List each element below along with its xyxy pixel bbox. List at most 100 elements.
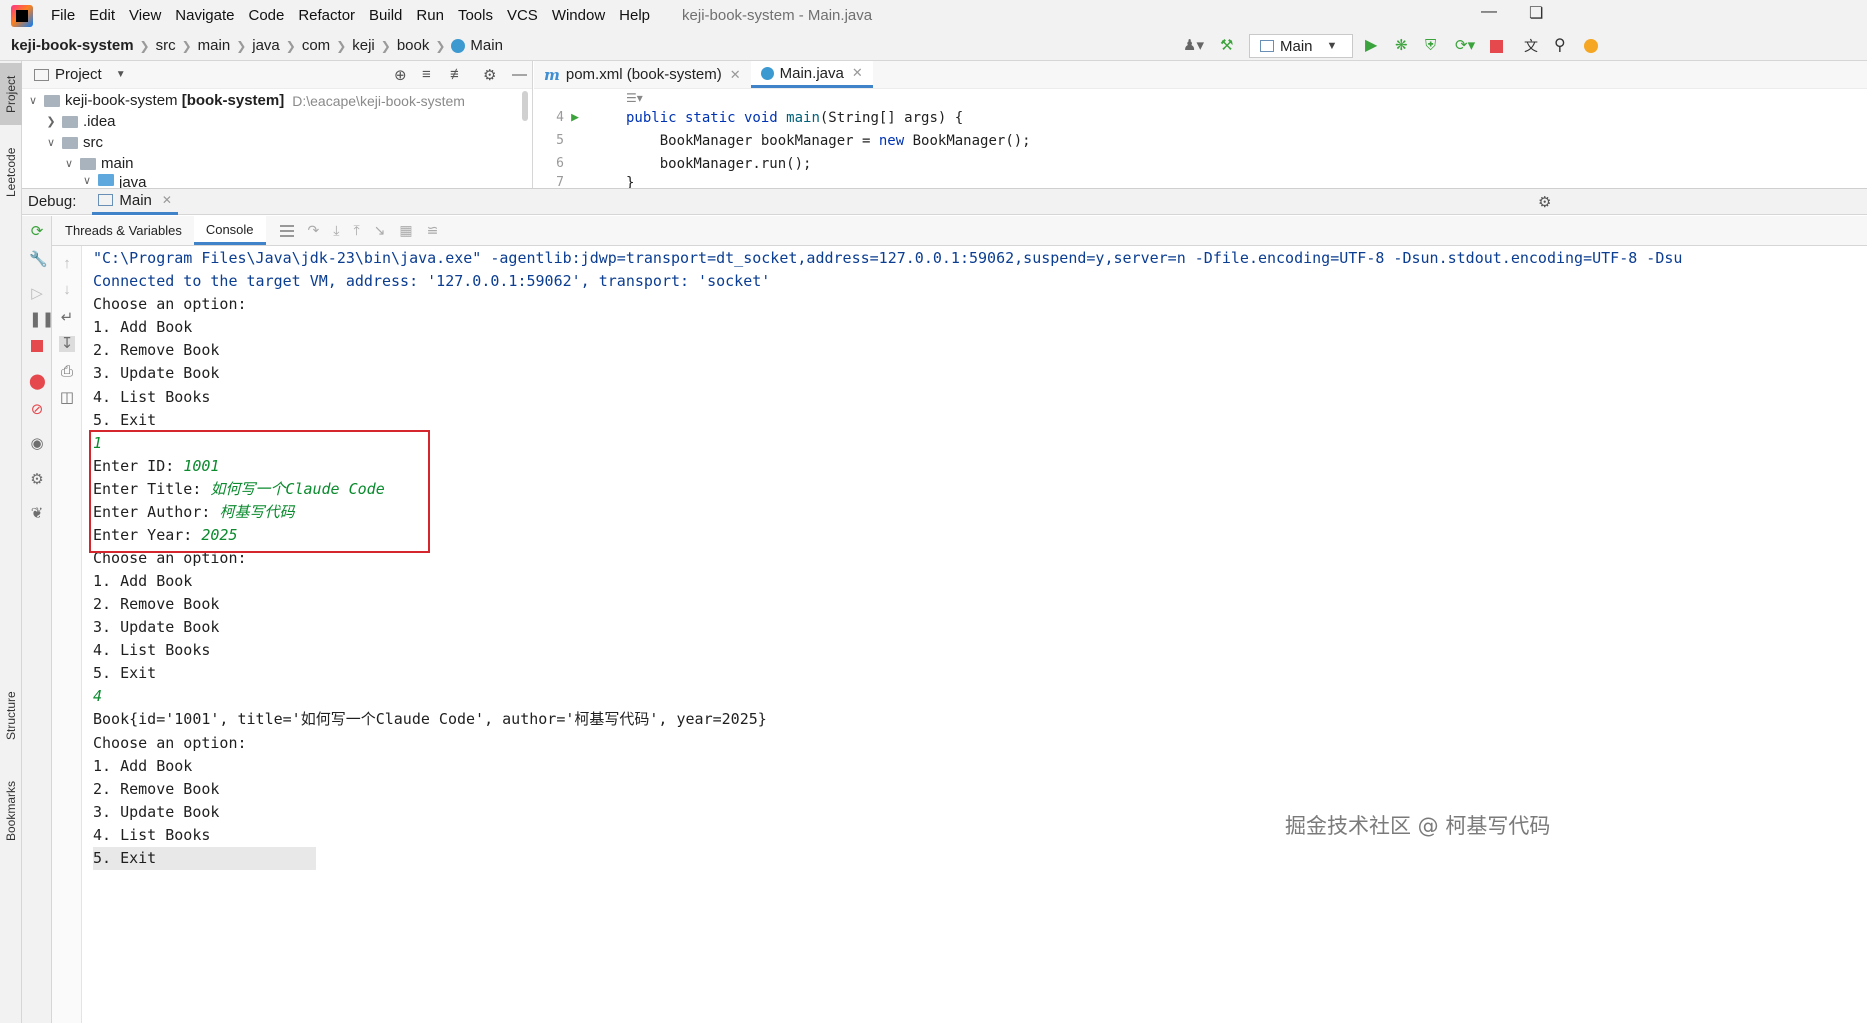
project-panel-title[interactable]: Project: [55, 66, 102, 83]
close-icon[interactable]: ✕: [730, 67, 741, 83]
tree-item-idea[interactable]: ❯ .idea: [44, 111, 116, 132]
menu-refactor[interactable]: Refactor: [298, 7, 355, 24]
trace-icon[interactable]: ≌: [427, 222, 439, 239]
rerun-icon[interactable]: ⟳: [29, 224, 45, 240]
run-gutter-icon[interactable]: ▶: [564, 110, 586, 125]
tree-item-java[interactable]: ∨ java: [80, 174, 147, 188]
translate-icon[interactable]: 文: [1524, 38, 1540, 54]
menu-view[interactable]: View: [129, 7, 161, 24]
code-line[interactable]: 5 BookManager bookManager = new BookMana…: [534, 129, 1030, 152]
run-icon[interactable]: ▶: [1365, 38, 1381, 54]
menu-navigate[interactable]: Navigate: [175, 7, 234, 24]
chevron-down-icon[interactable]: ∨: [80, 174, 94, 187]
code-line[interactable]: 7 }: [534, 175, 634, 188]
resume-icon[interactable]: ▷: [29, 286, 45, 302]
gear-icon[interactable]: ⚙: [1538, 193, 1551, 211]
breadcrumb-keji[interactable]: keji: [352, 37, 375, 54]
menu-edit[interactable]: Edit: [89, 7, 115, 24]
tab-main-java[interactable]: Main.java ✕: [750, 61, 873, 88]
search-icon[interactable]: ⚲: [1554, 38, 1570, 54]
gear-icon[interactable]: ⚙: [29, 472, 45, 488]
chevron-down-icon[interactable]: ∨: [44, 136, 58, 149]
menu-lines-icon[interactable]: [279, 229, 294, 232]
chevron-down-icon[interactable]: ∨: [26, 94, 40, 107]
menu-code[interactable]: Code: [248, 7, 284, 24]
left-tool-strip: Project Leetcode Structure Bookmarks: [0, 61, 22, 1023]
pause-icon[interactable]: ❚❚: [29, 312, 54, 328]
arrow-down-icon[interactable]: ↓: [59, 282, 75, 298]
trash-icon[interactable]: ◫: [59, 390, 75, 406]
profile-icon[interactable]: ⟳▾: [1455, 38, 1475, 54]
menu-tools[interactable]: Tools: [458, 7, 493, 24]
hide-icon[interactable]: —: [512, 66, 527, 83]
arrow-up-icon[interactable]: ↑: [59, 256, 75, 272]
tree-item-label: keji-book-system: [65, 92, 178, 109]
pin-icon[interactable]: ❦: [29, 506, 45, 522]
menu-window[interactable]: Window: [552, 7, 605, 24]
mute-breakpoints-icon[interactable]: ⊘: [29, 402, 45, 418]
tool-tab-bookmarks[interactable]: Bookmarks: [0, 766, 22, 856]
step-out-icon[interactable]: ⤒: [353, 222, 359, 239]
menu-file[interactable]: File: [51, 7, 75, 24]
collapse-all-icon[interactable]: ≢: [450, 66, 465, 83]
update-icon[interactable]: [1584, 39, 1598, 53]
tree-item-main[interactable]: ∨ main: [62, 153, 134, 174]
view-breakpoints-icon[interactable]: ⬤: [29, 374, 46, 390]
menu-build[interactable]: Build: [369, 7, 402, 24]
breadcrumb-main[interactable]: main: [198, 37, 231, 54]
tree-item-src[interactable]: ∨ src: [44, 132, 103, 153]
debug-session-tab[interactable]: Main ✕: [92, 188, 178, 215]
restore-icon[interactable]: ❏: [1529, 3, 1543, 23]
expand-all-icon[interactable]: ≡: [422, 66, 431, 83]
tree-item-label: .idea: [83, 113, 116, 130]
menu-help[interactable]: Help: [619, 7, 650, 24]
breadcrumb-src[interactable]: src: [156, 37, 176, 54]
soft-wrap-icon[interactable]: ↵: [59, 310, 75, 326]
coverage-icon[interactable]: ⛨: [1425, 38, 1441, 54]
console-output[interactable]: "C:\Program Files\Java\jdk-23\bin\java.e…: [83, 246, 1867, 1023]
breadcrumb-project[interactable]: keji-book-system: [11, 37, 134, 54]
locate-icon[interactable]: ⊕: [394, 66, 407, 84]
chevron-down-icon[interactable]: ∨: [62, 157, 76, 170]
chevron-right-icon[interactable]: ❯: [44, 115, 58, 128]
tool-tab-structure[interactable]: Structure: [0, 681, 22, 751]
tab-console[interactable]: Console: [193, 216, 266, 245]
wrench-icon[interactable]: 🔧: [29, 252, 48, 268]
scroll-to-end-icon[interactable]: ↧: [59, 336, 75, 352]
build-hammer-icon[interactable]: ⚒: [1220, 38, 1236, 54]
run-to-cursor-icon[interactable]: ↘: [374, 222, 386, 239]
breadcrumb-java[interactable]: java: [252, 37, 280, 54]
tab-pom-xml[interactable]: m pom.xml (book-system) ✕: [534, 61, 751, 88]
breadcrumb-class-main[interactable]: Main: [470, 37, 503, 54]
evaluate-icon[interactable]: ▦: [399, 222, 412, 239]
camera-icon[interactable]: ◉: [29, 436, 45, 452]
close-icon[interactable]: ✕: [162, 193, 172, 207]
code-line[interactable]: 4 ▶ public static void main (String[] arg…: [534, 106, 963, 129]
step-over-icon[interactable]: ↷: [308, 222, 320, 239]
chevron-down-icon[interactable]: ▼: [116, 69, 126, 80]
run-configuration-select[interactable]: Main ▼: [1249, 34, 1353, 58]
code-line[interactable]: 6 bookManager.run();: [534, 152, 811, 175]
stop-icon[interactable]: [29, 340, 45, 356]
print-icon[interactable]: ⎙: [59, 364, 75, 380]
debug-bug-icon[interactable]: ❋: [1395, 38, 1411, 54]
folder-icon: [62, 115, 78, 128]
gear-icon[interactable]: ⚙: [483, 66, 496, 84]
close-icon[interactable]: ✕: [852, 65, 863, 81]
scrollbar-thumb[interactable]: [522, 91, 528, 121]
line-number: 6: [556, 156, 564, 171]
tool-tab-project[interactable]: Project: [0, 63, 22, 125]
step-into-icon[interactable]: ⤓: [333, 222, 339, 239]
line-number: 4: [556, 110, 564, 125]
breadcrumb-com[interactable]: com: [302, 37, 330, 54]
tool-tab-leetcode[interactable]: Leetcode: [0, 141, 22, 203]
breadcrumb-book[interactable]: book: [397, 37, 430, 54]
menu-run[interactable]: Run: [416, 7, 444, 24]
inlay-hint-icon[interactable]: ☰▾: [626, 91, 643, 105]
menu-vcs[interactable]: VCS: [507, 7, 538, 24]
stop-icon[interactable]: [1490, 39, 1503, 53]
tree-item-root[interactable]: ∨ keji-book-system [book-system] D:\eaca…: [26, 90, 465, 111]
user-icon[interactable]: ♟▾: [1183, 38, 1204, 54]
tab-threads-variables[interactable]: Threads & Variables: [52, 216, 194, 245]
minimize-icon[interactable]: —: [1481, 3, 1497, 21]
